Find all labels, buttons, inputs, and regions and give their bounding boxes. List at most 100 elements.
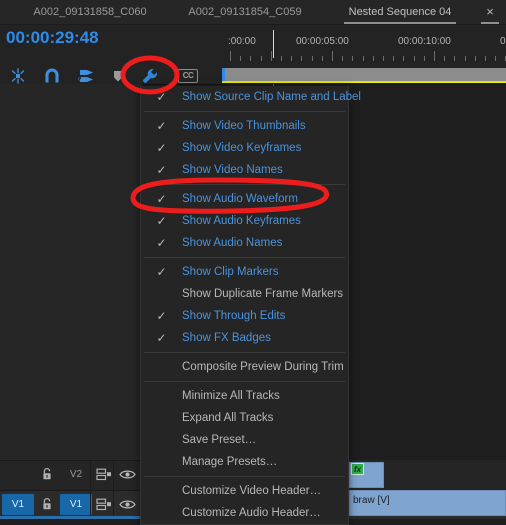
menu-item-label: Show Clip Markers [182,266,279,278]
sequence-tab-0[interactable]: A002_09131858_C060 [10,0,170,24]
unlock-icon [43,498,51,510]
render-bar-yellow [222,81,506,83]
ruler-minor-tick [393,56,395,61]
check-icon: ✓ [156,90,167,104]
header-separator [90,460,91,489]
ruler-major-tick [332,51,333,61]
check-icon: ✓ [156,119,167,133]
sync-lock-toggle-v2[interactable] [95,466,113,482]
unlock-icon [43,468,51,480]
menu-item-label: Show Duplicate Frame Markers [182,288,344,300]
playhead-marker[interactable] [273,30,274,58]
menu-item-show-audio-waveform[interactable]: ✓ Show Audio Waveform [141,188,348,210]
header-separator [90,490,91,519]
sequence-tab-bar: A002_09131858_C060 A002_09131854_C059 Ne… [0,0,506,25]
ruler-minor-tick [423,56,425,61]
check-icon-empty [155,502,168,524]
ruler-minor-tick [485,56,486,61]
sync-lock-icon [96,468,111,480]
ruler-minor-tick [301,56,303,61]
track-visibility-toggle-v1[interactable] [118,497,136,511]
ruler-minor-tick [454,56,456,61]
ruler-minor-tick [464,56,466,61]
menu-item-minimize-all-tracks[interactable]: Minimize All Tracks [141,385,348,407]
timeline-display-settings-menu[interactable]: ✓ Show Source Clip Name and Label ✓ Show Vi… [140,86,361,525]
fx-badge-icon[interactable]: fx [351,463,364,475]
check-icon: ✓ [156,265,167,279]
check-icon: ✓ [156,141,167,155]
eye-icon [118,470,136,478]
timeline-panel: A002_09131858_C060 A002_09131854_C059 Ne… [0,0,506,525]
check-icon: ✓ [156,331,167,345]
menu-item-composite-preview-during-trim[interactable]: Composite Preview During Trim [141,356,348,378]
sequence-tab-1[interactable]: A002_09131854_C059 [160,0,330,24]
sync-lock-toggle-v1[interactable] [95,496,113,512]
eye-icon [118,500,136,508]
menu-item-label: Customize Audio Header… [182,507,321,519]
menu-item-show-through-edits[interactable]: ✓ Show Through Edits [141,305,348,327]
ruler-minor-tick [291,56,293,61]
menu-item-label: Save Preset… [182,434,257,446]
ruler-minor-tick [342,56,344,61]
magnet-glyph [45,68,59,83]
header-separator [113,460,114,489]
check-icon: ✓ [156,236,167,250]
menu-separator [144,111,345,112]
sync-lock-icon [96,498,111,510]
ruler-minor-tick [260,56,262,61]
ruler-minor-tick [403,56,405,61]
menu-item-customize-video-header[interactable]: Customize Video Header… [141,480,348,502]
check-icon-empty [155,385,168,407]
menu-item-label: Show Audio Names [182,237,283,249]
work-area-start-handle[interactable] [222,68,225,81]
check-icon: ✓ [156,214,167,228]
source-track-indicator-v1[interactable]: V1 [2,494,34,515]
menu-item-show-audio-names[interactable]: ✓ Show Audio Names [141,232,348,254]
menu-item-label: Show Audio Waveform [182,193,298,205]
row-divider [0,460,143,461]
menu-separator [144,257,345,258]
playhead-timecode[interactable]: 00:00:29:48 [6,28,99,48]
lock-toggle-v1[interactable] [38,495,56,513]
menu-item-label: Minimize All Tracks [182,390,280,402]
menu-item-show-source-clip-name-and-label[interactable]: ✓ Show Source Clip Name and Label [141,86,361,108]
menu-item-show-duplicate-frame-markers[interactable]: Show Duplicate Frame Markers [141,283,348,305]
check-icon-empty [155,283,168,305]
menu-item-manage-presets[interactable]: Manage Presets… [141,451,348,473]
track-name-v2[interactable]: V2 [60,464,92,485]
track-visibility-toggle-v2[interactable] [118,467,136,481]
captions-badge[interactable]: CC [178,69,198,83]
track-header-column [0,84,143,460]
menu-item-show-video-thumbnails[interactable]: ✓ Show Video Thumbnails [141,115,348,137]
close-icon[interactable]: × [480,0,500,24]
menu-item-show-audio-keyframes[interactable]: ✓ Show Audio Keyframes [141,210,348,232]
sequence-tab-2-active[interactable]: Nested Sequence 04 [330,0,470,24]
ruler-minor-tick [250,56,252,61]
menu-separator [144,184,345,185]
menu-item-label: Expand All Tracks [182,412,274,424]
track-name-v1[interactable]: V1 [60,494,92,515]
menu-item-save-preset[interactable]: Save Preset… [141,429,348,451]
menu-item-label: Customize Video Header… [182,485,322,497]
menu-item-label: Show Source Clip Name and Label [182,91,361,103]
menu-item-show-clip-markers[interactable]: ✓ Show Clip Markers [141,261,348,283]
menu-item-show-fx-badges[interactable]: ✓ Show FX Badges [141,327,348,349]
ruler-minor-tick [321,56,323,61]
clip-label: braw [V] [353,495,390,506]
menu-item-show-video-names[interactable]: ✓ Show Video Names [141,159,348,181]
menu-separator [144,381,345,382]
lock-toggle-v2[interactable] [38,465,56,483]
menu-item-show-video-keyframes[interactable]: ✓ Show Video Keyframes [141,137,348,159]
ruler-major-tick [270,51,272,61]
check-icon-empty [155,407,168,429]
header-separator [113,490,114,519]
clip-v1[interactable]: braw [V] [349,490,506,516]
ruler-label-2: 00:00:10:00 [398,36,451,47]
check-icon-empty [155,451,168,473]
work-area-bar[interactable] [222,68,506,81]
menu-item-customize-audio-header[interactable]: Customize Audio Header… [141,502,348,524]
menu-item-expand-all-tracks[interactable]: Expand All Tracks [141,407,348,429]
timeline-ruler[interactable]: :00:00 00:00:05:00 00:00:10:00 0 [222,30,506,62]
menu-item-label: Show Video Names [182,164,283,176]
track-separator [143,84,506,85]
